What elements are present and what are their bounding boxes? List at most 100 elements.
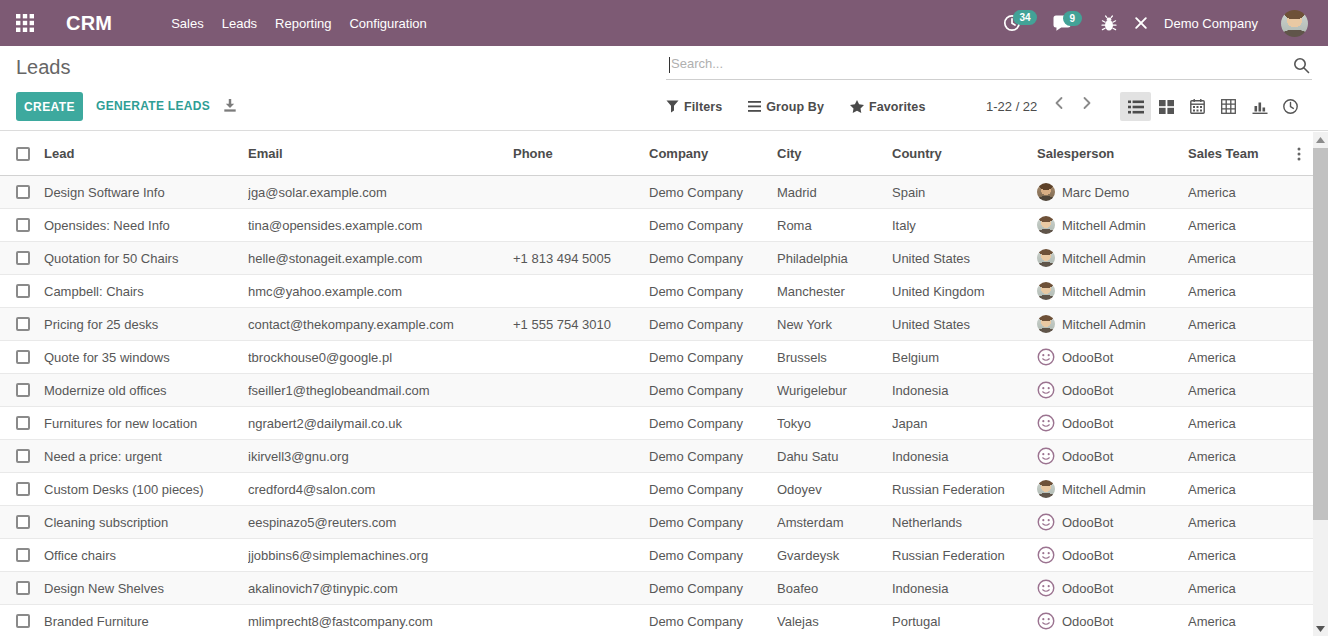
table-row[interactable]: Custom Desks (100 pieces)credford4@salon… [0,473,1313,506]
pivot-view-button[interactable] [1213,92,1244,121]
nav-menu-leads[interactable]: Leads [213,16,266,31]
row-checkbox[interactable] [16,416,30,430]
table-row[interactable]: Furnitures for new locationngrabert2@dai… [0,407,1313,440]
column-header-city[interactable]: City [777,146,892,161]
column-header-country[interactable]: Country [892,146,1037,161]
odoobot-avatar [1037,447,1055,465]
row-checkbox[interactable] [16,449,30,463]
column-header-lead[interactable]: Lead [40,146,248,161]
cell-salesperson: OdooBot [1037,579,1188,597]
cell-email: tina@opensides.example.com [248,218,513,233]
cell-company: Demo Company [649,449,777,464]
row-checkbox[interactable] [16,515,30,529]
create-button[interactable]: CREATE [16,92,83,121]
table-row[interactable]: Branded Furnituremlimprecht8@fastcompany… [0,605,1313,636]
kanban-view-button[interactable] [1151,92,1182,121]
table-row[interactable]: Opensides: Need Infotina@opensides.examp… [0,209,1313,242]
row-checkbox[interactable] [16,548,30,562]
column-header-company[interactable]: Company [649,146,777,161]
optional-columns-icon[interactable] [1280,147,1313,161]
row-checkbox[interactable] [16,581,30,595]
cell-company: Demo Company [649,482,777,497]
filters-button[interactable]: Filters [666,100,722,114]
view-switcher [1120,92,1306,121]
table-row[interactable]: Campbell: Chairshmc@yahoo.example.com Dem… [0,275,1313,308]
vertical-scrollbar[interactable] [1313,132,1328,636]
pager-previous-button[interactable] [1053,96,1065,113]
generate-leads-button[interactable]: GENERATE LEADS [96,99,210,113]
search-input[interactable] [666,52,1284,75]
table-row[interactable]: Design Software Infojga@solar.example.co… [0,176,1313,209]
cell-salesperson: OdooBot [1037,414,1188,432]
column-header-sales-team[interactable]: Sales Team [1188,146,1280,161]
table-body: Design Software Infojga@solar.example.co… [0,176,1313,636]
table-row[interactable]: Need a price: urgentikirvell3@gnu.orgDem… [0,440,1313,473]
pager: 1-22 / 22 [986,99,1037,114]
search-options: Filters Group By Favorites [666,92,951,121]
row-checkbox[interactable] [16,251,30,265]
cell-email: hmc@yahoo.example.com [248,284,513,299]
cell-sales-team: America [1188,614,1280,629]
cell-phone: +1 555 754 3010 [513,317,649,332]
app-title[interactable]: CRM [66,12,112,35]
bug-icon[interactable] [1101,15,1117,32]
import-button[interactable] [223,98,237,115]
row-checkbox[interactable] [16,218,30,232]
cell-company: Demo Company [649,284,777,299]
row-checkbox[interactable] [16,482,30,496]
activity-clock-icon[interactable]: 34 [1003,14,1021,32]
nav-menu-sales[interactable]: Sales [162,16,213,31]
messages-icon[interactable]: 9 [1053,15,1071,31]
salesperson-avatar [1037,315,1055,333]
table-row[interactable]: Quote for 35 windowstbrockhouse0@google.… [0,341,1313,374]
cell-lead: Campbell: Chairs [40,284,248,299]
cell-salesperson: Mitchell Admin [1037,216,1188,234]
list-view-button[interactable] [1120,92,1151,121]
apps-grid-icon[interactable] [16,14,34,32]
cell-salesperson: Mitchell Admin [1037,282,1188,300]
table-row[interactable]: Office chairsjjobbins6@simplemachines.or… [0,539,1313,572]
calendar-view-icon [1190,99,1205,114]
column-header-salesperson[interactable]: Salesperson [1037,146,1188,161]
cell-country: Indonesia [892,449,1037,464]
table-row[interactable]: Cleaning subscriptioneespinazo5@reuters.… [0,506,1313,539]
nav-menu-reporting[interactable]: Reporting [266,16,340,31]
cell-salesperson: Mitchell Admin [1037,480,1188,498]
cell-city: Odoyev [777,482,892,497]
scrollbar-thumb[interactable] [1313,148,1328,520]
cell-city: Gvardeysk [777,548,892,563]
message-count-badge: 9 [1063,11,1082,26]
table-row[interactable]: Modernize old officesfseiller1@theglobea… [0,374,1313,407]
tools-icon[interactable] [1134,16,1148,30]
user-avatar[interactable] [1281,10,1308,37]
calendar-view-button[interactable] [1182,92,1213,121]
cell-salesperson: OdooBot [1037,546,1188,564]
column-header-phone[interactable]: Phone [513,146,649,161]
cell-phone: +1 813 494 5005 [513,251,649,266]
cell-country: United States [892,317,1037,332]
scrollbar-down-icon[interactable] [1313,621,1328,636]
pager-next-button[interactable] [1081,96,1093,113]
odoobot-avatar [1037,414,1055,432]
graph-view-button[interactable] [1244,92,1275,121]
row-checkbox[interactable] [16,614,30,628]
table-row[interactable]: Pricing for 25 deskscontact@thekompany.e… [0,308,1313,341]
nav-menu-configuration[interactable]: Configuration [340,16,435,31]
row-checkbox[interactable] [16,350,30,364]
select-all-checkbox[interactable] [16,147,30,161]
row-checkbox[interactable] [16,317,30,331]
cell-city: Valejas [777,614,892,629]
row-checkbox[interactable] [16,185,30,199]
row-checkbox[interactable] [16,284,30,298]
scrollbar-up-icon[interactable] [1313,132,1328,147]
group-by-button[interactable]: Group By [748,100,824,114]
table-row[interactable]: Quotation for 50 Chairshelle@stonageit.e… [0,242,1313,275]
company-switcher[interactable]: Demo Company [1164,16,1258,31]
cell-salesperson: Mitchell Admin [1037,249,1188,267]
favorites-button[interactable]: Favorites [850,100,925,114]
row-checkbox[interactable] [16,383,30,397]
activity-view-button[interactable] [1275,92,1306,121]
table-row[interactable]: Design New Shelvesakalinovich7@tinypic.c… [0,572,1313,605]
column-header-email[interactable]: Email [248,146,513,161]
search-icon[interactable] [1293,57,1310,74]
